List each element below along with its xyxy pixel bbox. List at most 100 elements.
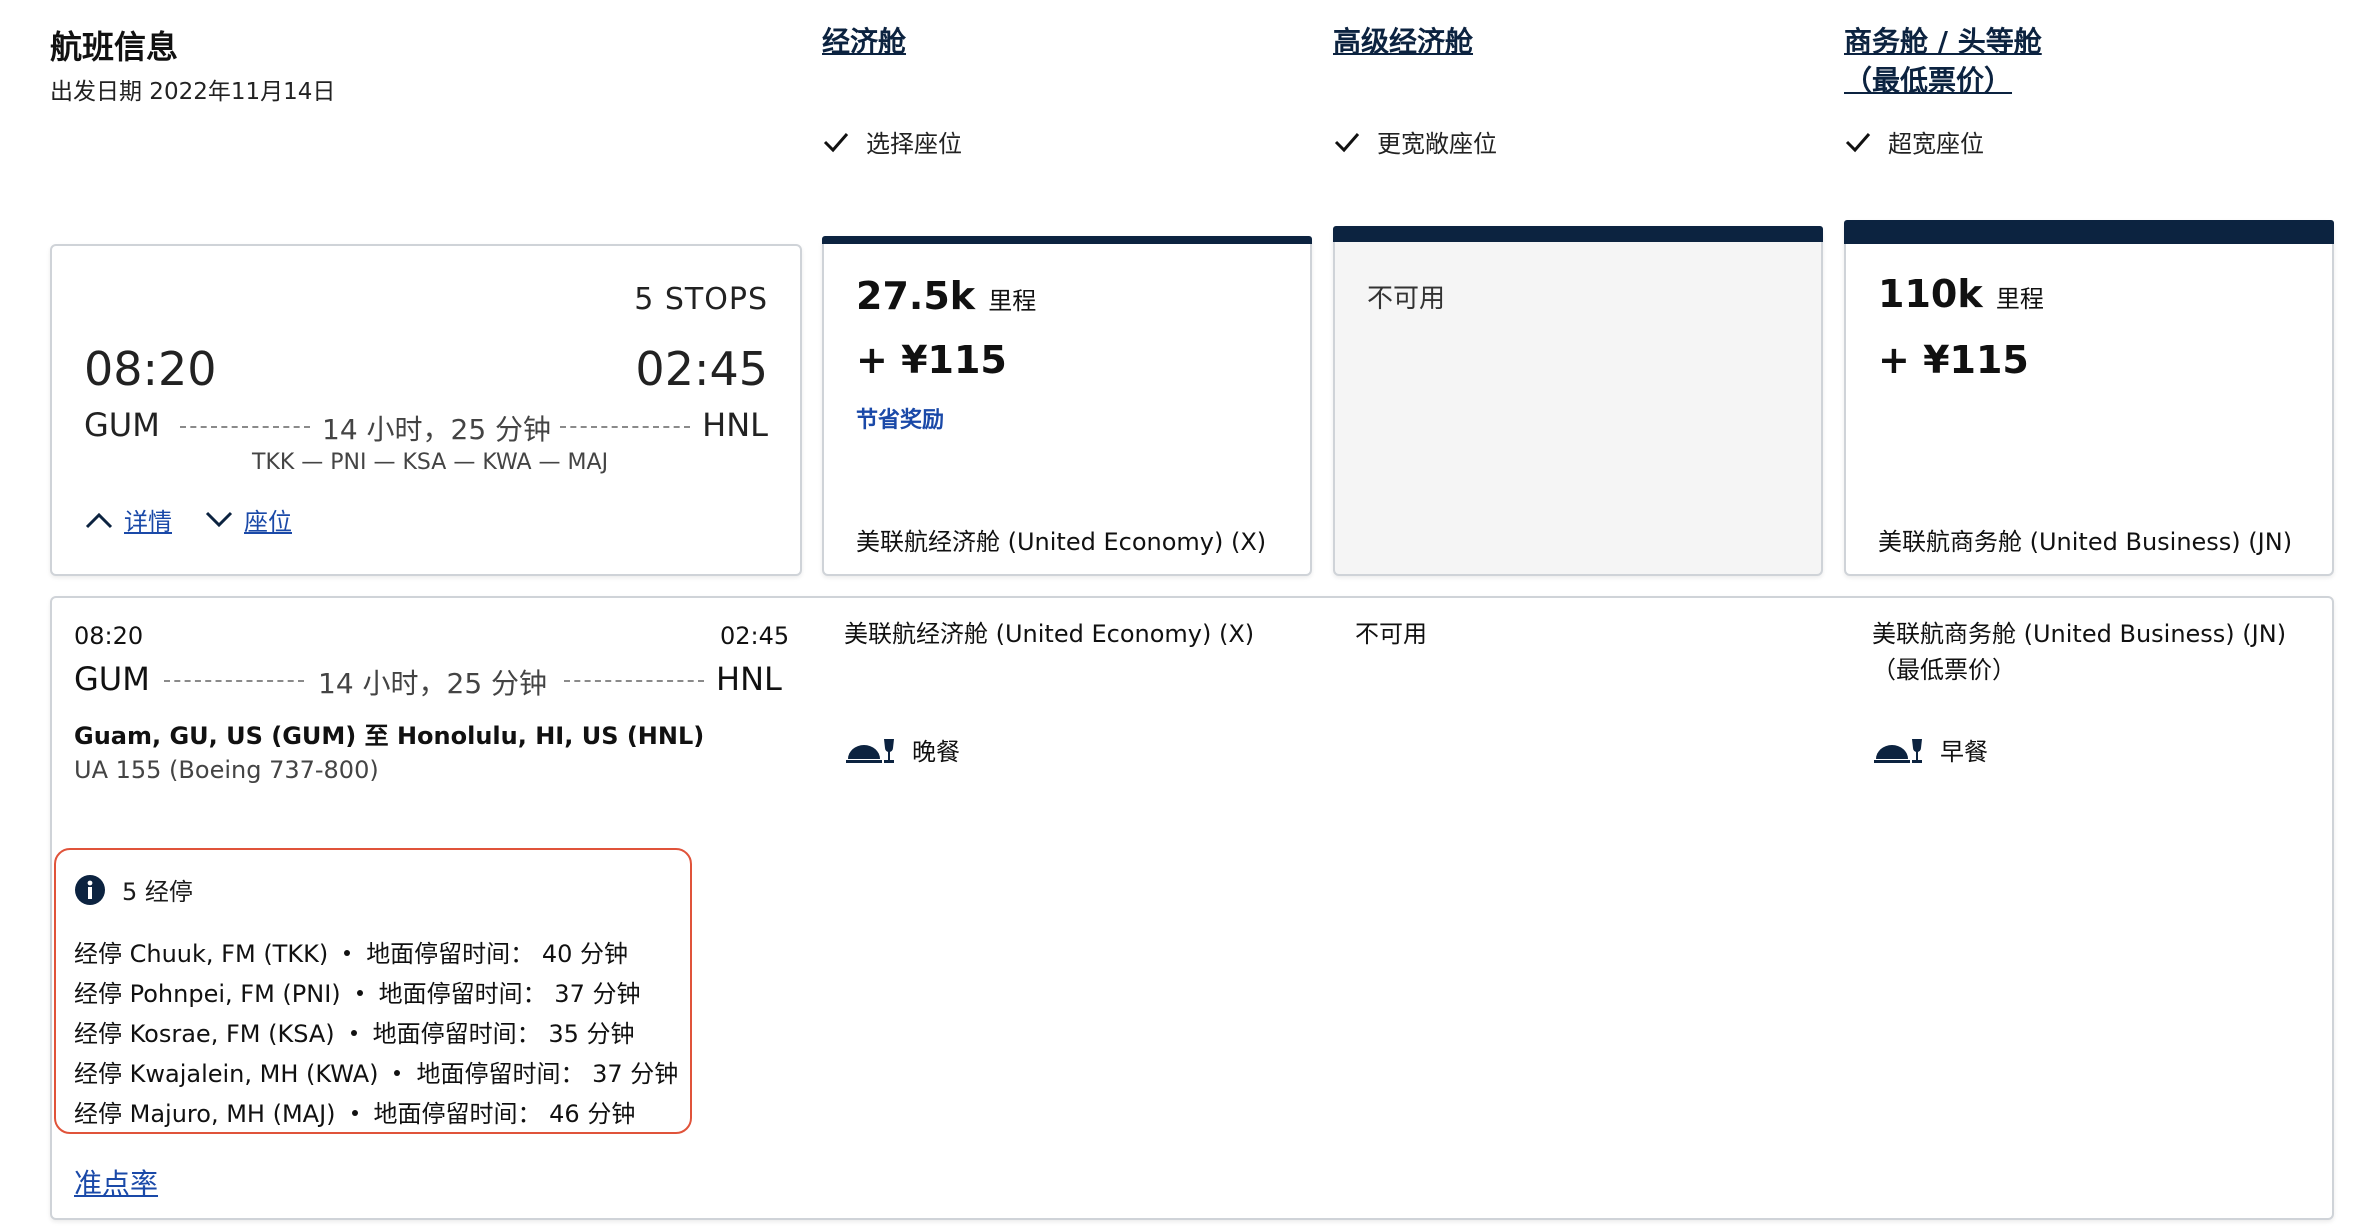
meal-icon	[1874, 738, 1922, 763]
fare-card-premium: 不可用	[1333, 226, 1823, 576]
fare-card-top-bar	[1844, 220, 2334, 244]
depart-time: 08:20	[84, 342, 217, 396]
check-icon	[1845, 132, 1871, 152]
seats-link-label: 座位	[244, 508, 292, 536]
detail-origin: GUM	[74, 660, 150, 698]
stop-place: 经停 Chuuk, FM (TKK)	[74, 940, 329, 968]
via-airports: TKK — PNI — KSA — KWA — MAJ	[252, 450, 609, 475]
economy-meal: 晚餐	[844, 732, 960, 767]
feature-label: 更宽敞座位	[1377, 130, 1497, 158]
detail-dash-left	[164, 680, 304, 682]
column-premium-economy-link[interactable]: 高级经济舱	[1333, 22, 1473, 61]
stop-layover: 40 分钟	[541, 940, 628, 968]
check-icon	[1334, 132, 1360, 152]
detail-premium-status: 不可用	[1355, 620, 1427, 648]
stop-item: 经停 Chuuk, FM (TKK) 地面停留时间： 40 分钟	[74, 934, 628, 969]
detail-destination: HNL	[716, 660, 782, 698]
fare-card-business[interactable]: 110k 里程 + ¥115 美联航商务舱 (United Business) …	[1844, 220, 2334, 576]
fare-card-top-bar	[1333, 226, 1823, 242]
stop-place: 经停 Pohnpei, FM (PNI)	[74, 980, 341, 1008]
stop-layover: 37 分钟	[592, 1060, 679, 1088]
bullet-icon	[351, 1110, 358, 1116]
column-business-subtitle: （最低票价）	[1844, 64, 2013, 98]
stop-layover-label: 地面停留时间：	[373, 1100, 542, 1128]
fare-price: + ¥115	[856, 338, 1007, 382]
detail-dash-right	[564, 680, 704, 682]
meal-icon	[846, 738, 894, 763]
flight-duration: 14 小时，25 分钟	[322, 413, 552, 446]
feature-label: 超宽座位	[1888, 130, 1984, 158]
bullet-icon	[394, 1070, 401, 1076]
detail-business-cabin: 美联航商务舱 (United Business) (JN) （最低票价）	[1872, 616, 2286, 688]
meal-label: 晚餐	[912, 738, 960, 766]
details-toggle[interactable]: 详情	[84, 502, 172, 537]
destination-airport: HNL	[702, 406, 768, 444]
departure-date: 出发日期 2022年11月14日	[50, 79, 336, 105]
miles-value: 27.5k	[856, 274, 976, 318]
detail-duration: 14 小时，25 分钟	[318, 667, 548, 700]
detail-route: Guam, GU, US (GUM) 至 Honolulu, HI, US (H…	[74, 722, 705, 750]
miles-unit: 里程	[1995, 285, 2044, 313]
fare-price: + ¥115	[1878, 338, 2029, 382]
detail-flight-number: UA 155 (Boeing 737-800)	[74, 756, 379, 784]
stop-place: 经停 Majuro, MH (MAJ)	[74, 1100, 336, 1128]
stop-layover-label: 地面停留时间：	[416, 1060, 585, 1088]
stop-place: 经停 Kosrae, FM (KSA)	[74, 1020, 335, 1048]
stop-item: 经停 Pohnpei, FM (PNI) 地面停留时间： 37 分钟	[74, 974, 640, 1009]
stops-title: 5 经停	[122, 878, 193, 906]
info-icon	[75, 874, 105, 905]
fare-cabin-name: 美联航商务舱 (United Business) (JN)	[1878, 528, 2293, 556]
bullet-icon	[356, 990, 363, 996]
detail-depart-time: 08:20	[74, 622, 144, 650]
stop-layover: 46 分钟	[549, 1100, 636, 1128]
arrive-time: 02:45	[635, 342, 768, 396]
fare-miles: 110k 里程	[1878, 272, 2044, 316]
stop-layover: 35 分钟	[548, 1020, 635, 1048]
column-business-title: 商务舱 / 头等舱	[1844, 25, 2042, 58]
feature-label: 选择座位	[866, 130, 962, 158]
stops-count: 5 STOPS	[634, 282, 768, 317]
stop-layover: 37 分钟	[554, 980, 641, 1008]
seats-toggle[interactable]: 座位	[204, 502, 292, 537]
fare-unavailable: 不可用	[1367, 284, 1446, 314]
bullet-icon	[344, 950, 351, 956]
detail-economy-cabin: 美联航经济舱 (United Economy) (X)	[844, 620, 1255, 648]
fare-card-economy[interactable]: 27.5k 里程 + ¥115 节省奖励 美联航经济舱 (United Econ…	[822, 236, 1312, 576]
stops-highlight-box: 5 经停 经停 Chuuk, FM (TKK) 地面停留时间： 40 分钟 经停 …	[54, 848, 692, 1134]
stops-header: 5 经停	[74, 872, 193, 907]
economy-feature: 选择座位	[822, 124, 962, 159]
fare-card-top-bar	[822, 236, 1312, 244]
stop-layover-label: 地面停留时间：	[378, 980, 547, 1008]
chevron-down-icon	[205, 511, 233, 527]
column-business-first-link[interactable]: 商务舱 / 头等舱 （最低票价）	[1844, 22, 2042, 100]
on-time-link[interactable]: 准点率	[74, 1162, 158, 1202]
bullet-icon	[350, 1030, 357, 1036]
check-icon	[823, 132, 849, 152]
stop-item: 经停 Kosrae, FM (KSA) 地面停留时间： 35 分钟	[74, 1014, 634, 1049]
detail-arrive-time: 02:45	[720, 622, 790, 650]
business-cabin-name: 美联航商务舱 (United Business) (JN)	[1872, 620, 2287, 648]
stop-place: 经停 Kwajalein, MH (KWA)	[74, 1060, 379, 1088]
miles-unit: 里程	[988, 287, 1037, 315]
fare-cabin-name: 美联航经济舱 (United Economy) (X)	[856, 528, 1267, 556]
details-link-label: 详情	[124, 508, 172, 536]
stop-layover-label: 地面停留时间：	[366, 940, 535, 968]
stop-layover-label: 地面停留时间：	[372, 1020, 541, 1048]
page-title: 航班信息	[50, 28, 179, 66]
chevron-up-icon	[85, 512, 113, 528]
premium-feature: 更宽敞座位	[1333, 124, 1497, 159]
savings-badge: 节省奖励	[856, 408, 945, 433]
fare-miles: 27.5k 里程	[856, 274, 1036, 318]
business-feature: 超宽座位	[1844, 124, 1984, 159]
stop-item: 经停 Majuro, MH (MAJ) 地面停留时间： 46 分钟	[74, 1094, 635, 1129]
miles-value: 110k	[1878, 272, 1983, 316]
business-meal: 早餐	[1872, 732, 1988, 767]
flight-summary-card: 5 STOPS 08:20 02:45 GUM 14 小时，25 分钟 HNL …	[50, 244, 802, 576]
route-dash-left	[180, 426, 310, 428]
meal-label: 早餐	[1940, 738, 1988, 766]
route-dash-right	[560, 426, 690, 428]
column-economy-link[interactable]: 经济舱	[822, 22, 906, 61]
business-cabin-sub: （最低票价）	[1872, 656, 2016, 684]
flight-detail-panel: 08:20 02:45 GUM 14 小时，25 分钟 HNL Guam, GU…	[50, 596, 2334, 1220]
stop-item: 经停 Kwajalein, MH (KWA) 地面停留时间： 37 分钟	[74, 1054, 678, 1089]
